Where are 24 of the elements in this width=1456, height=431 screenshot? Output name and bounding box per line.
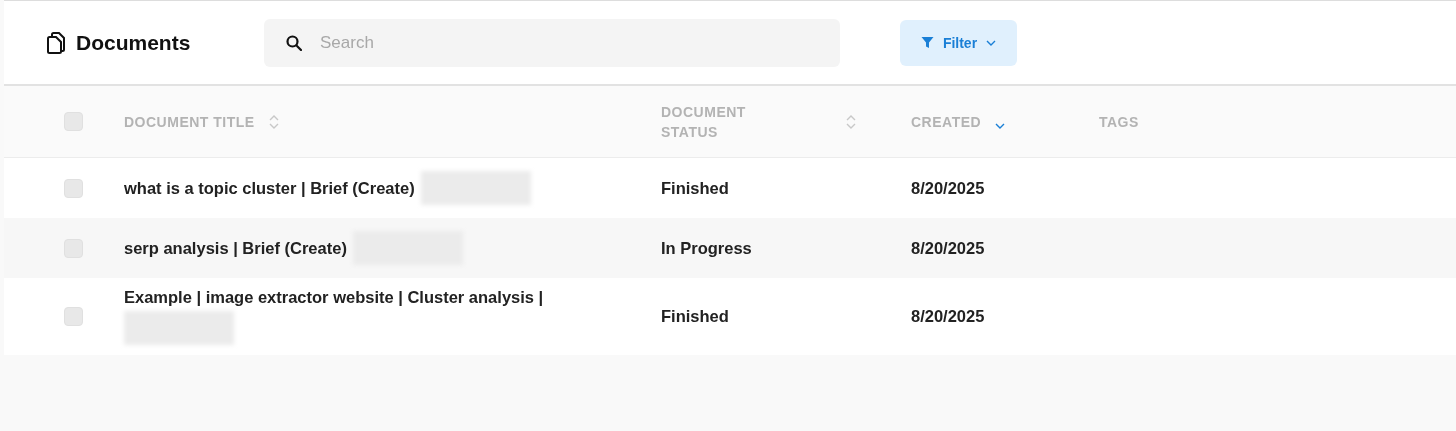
sort-icon[interactable] <box>846 113 856 130</box>
status-cell: In Progress <box>661 238 752 257</box>
row-checkbox[interactable] <box>64 307 83 326</box>
document-title[interactable]: what is a topic cluster | Brief (Create) <box>124 178 415 198</box>
document-title[interactable]: Example | image extractor website | Cluster analysis | <box>124 288 544 307</box>
column-header: DOCUMENT STATUS <box>661 102 747 142</box>
column-header: TAGS <box>1099 113 1139 130</box>
select-all-checkbox[interactable] <box>64 112 83 131</box>
date-cell: 8/20/2025 <box>911 307 985 325</box>
column-header: DOCUMENT TITLE <box>124 113 255 130</box>
row-checkbox[interactable] <box>64 178 83 198</box>
filter-icon <box>920 36 934 49</box>
document-title[interactable]: serp analysis | Brief (Create) <box>124 238 347 258</box>
filter-button[interactable]: Filter <box>900 19 1017 66</box>
column-header: CREATED <box>911 113 982 130</box>
status-cell: Finished <box>661 178 729 197</box>
search-field[interactable]: Search <box>264 18 840 67</box>
date-cell: 8/20/2025 <box>911 238 985 257</box>
page-title: Documents <box>76 30 191 55</box>
documents-icon <box>46 31 66 54</box>
date-cell: 8/20/2025 <box>911 178 985 197</box>
chevron-down-icon <box>986 39 997 46</box>
sort-icon[interactable] <box>268 113 279 130</box>
status-cell: Finished <box>661 307 729 325</box>
